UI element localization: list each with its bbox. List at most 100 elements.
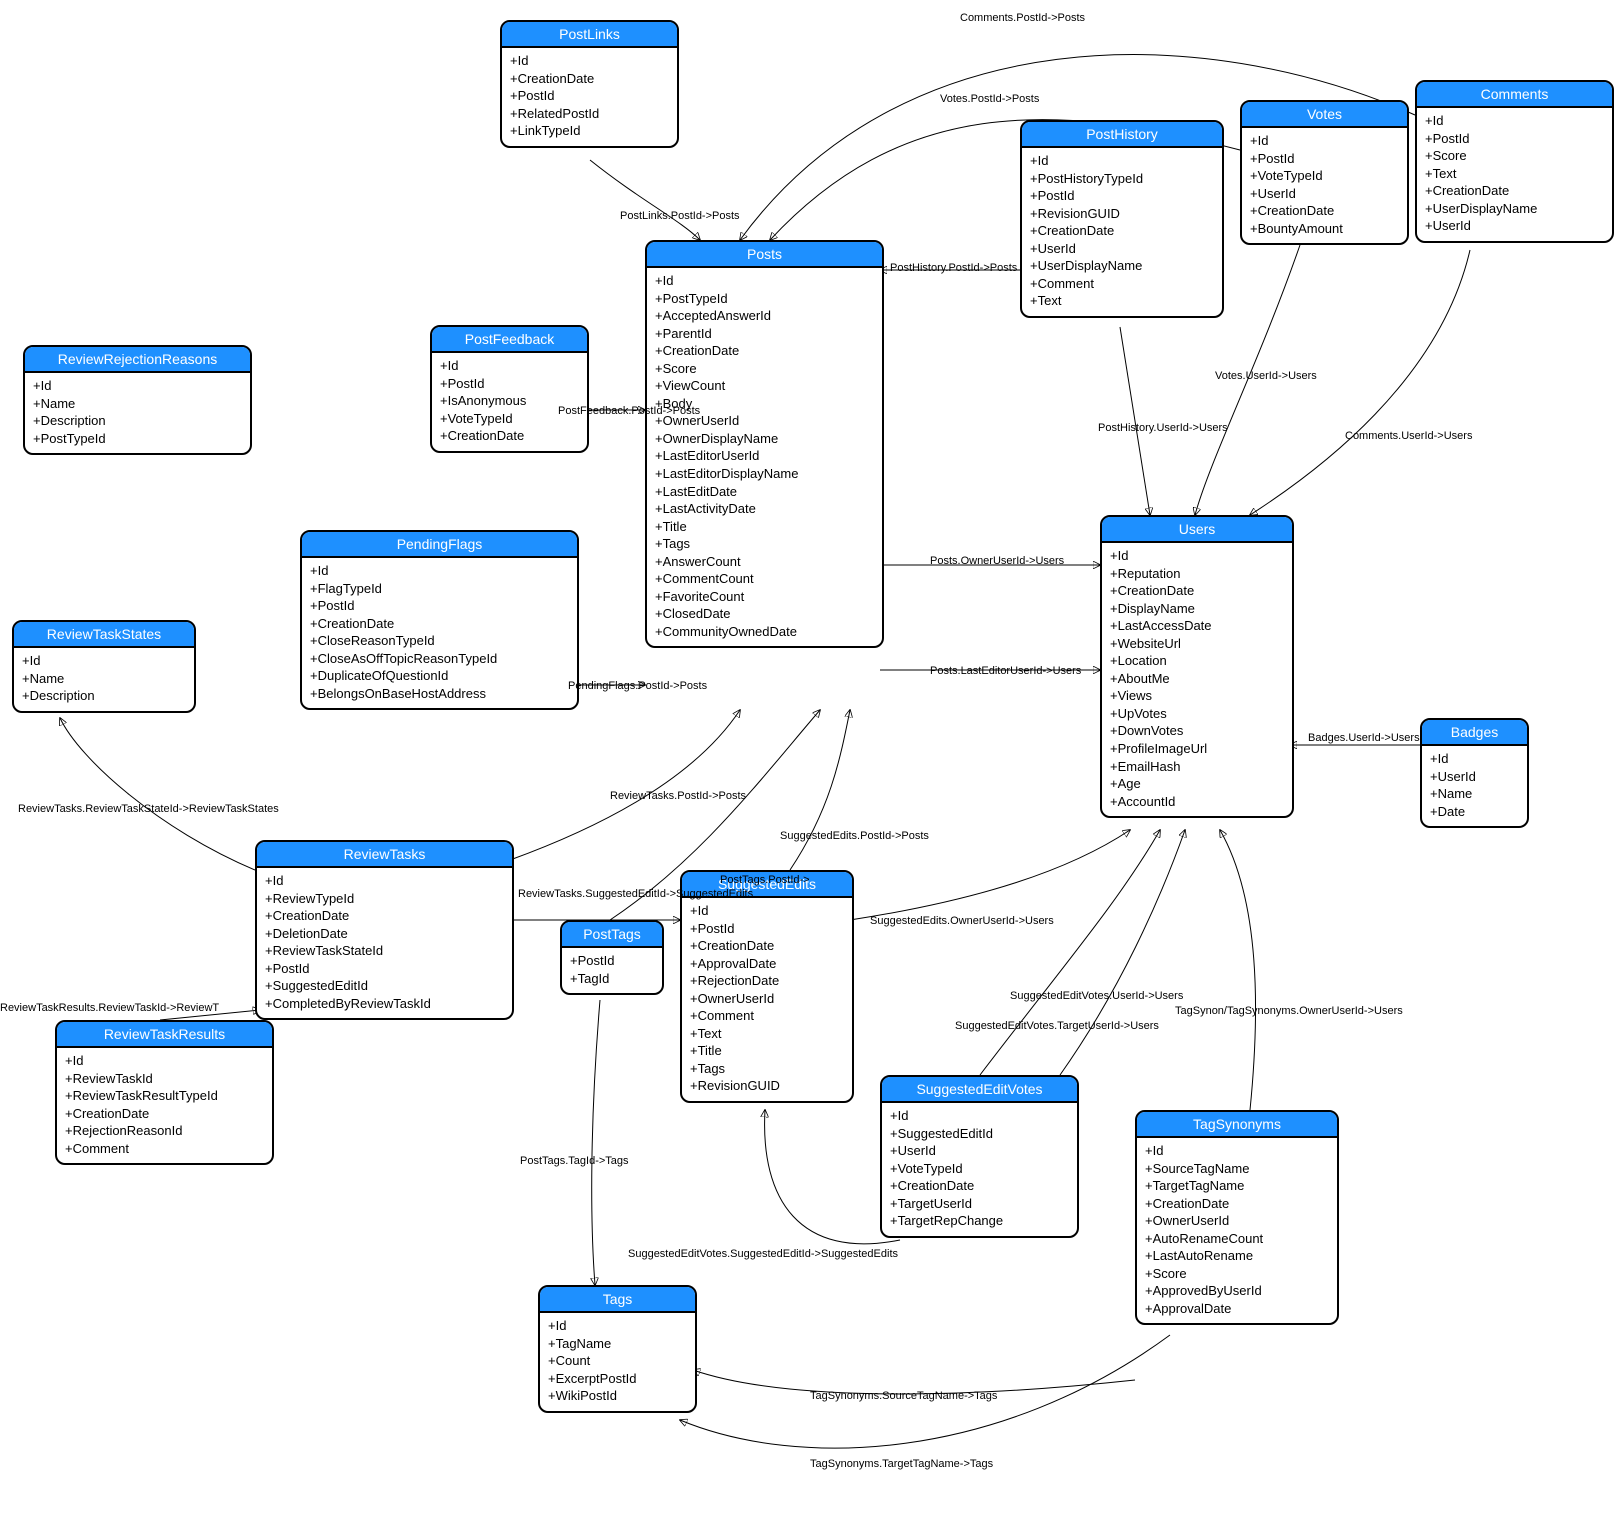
entity-attribute: +Tags [655, 535, 874, 553]
entity-attribute: +DownVotes [1110, 722, 1284, 740]
entity-attribute: +Id [1430, 750, 1519, 768]
entity-attribute: +VoteTypeId [890, 1160, 1069, 1178]
entity-attribute: +PostId [1425, 130, 1604, 148]
entity-votes: Votes+Id+PostId+VoteTypeId+UserId+Creati… [1240, 100, 1409, 245]
edge-label: ReviewTasks.PostId->Posts [610, 790, 746, 802]
entity-body: +Id+ReviewTaskId+ReviewTaskResultTypeId+… [57, 1048, 272, 1163]
entity-attribute: +Score [1425, 147, 1604, 165]
entity-body: +PostId+TagId [562, 948, 662, 993]
entity-attribute: +PostId [1250, 150, 1399, 168]
entity-attribute: +OwnerUserId [1145, 1212, 1329, 1230]
entity-attribute: +CreationDate [310, 615, 569, 633]
edge-label: PostHistory.UserId->Users [1098, 422, 1228, 434]
entity-attribute: +RejectionReasonId [65, 1122, 264, 1140]
entity-attribute: +CreationDate [1145, 1195, 1329, 1213]
edge-label: SuggestedEdits.OwnerUserId->Users [870, 915, 1054, 927]
entity-attribute: +CommunityOwnedDate [655, 623, 874, 641]
entity-title: Votes [1242, 102, 1407, 128]
entity-attribute: +VoteTypeId [1250, 167, 1399, 185]
entity-attribute: +RevisionGUID [1030, 205, 1214, 223]
entity-attribute: +LastAccessDate [1110, 617, 1284, 635]
edge-label: Comments.UserId->Users [1345, 430, 1472, 442]
entity-attribute: +BelongsOnBaseHostAddress [310, 685, 569, 703]
entity-attribute: +DeletionDate [265, 925, 504, 943]
entity-attribute: +SuggestedEditId [265, 977, 504, 995]
entity-attribute: +Text [1425, 165, 1604, 183]
entity-attribute: +PostTypeId [33, 430, 242, 448]
entity-title: Comments [1417, 82, 1612, 108]
entity-attribute: +AboutMe [1110, 670, 1284, 688]
entity-attribute: +Id [440, 357, 579, 375]
entity-attribute: +PostId [265, 960, 504, 978]
entity-users: Users+Id+Reputation+CreationDate+Display… [1100, 515, 1294, 818]
entity-body: +Id+PostId+IsAnonymous+VoteTypeId+Creati… [432, 353, 587, 451]
entity-attribute: +LastActivityDate [655, 500, 874, 518]
entity-attribute: +ClosedDate [655, 605, 874, 623]
entity-attribute: +CreationDate [1425, 182, 1604, 200]
entity-attribute: +SourceTagName [1145, 1160, 1329, 1178]
entity-title: PendingFlags [302, 532, 577, 558]
edge-label: ReviewTaskResults.ReviewTaskId->ReviewT [0, 1002, 219, 1014]
entity-title: PostFeedback [432, 327, 587, 353]
entity-attribute: +CreationDate [440, 427, 579, 445]
edge-label: Votes.UserId->Users [1215, 370, 1317, 382]
entity-title: Posts [647, 242, 882, 268]
entity-reviewtaskresults: ReviewTaskResults+Id+ReviewTaskId+Review… [55, 1020, 274, 1165]
entity-attribute: +ReviewTaskResultTypeId [65, 1087, 264, 1105]
entity-title: PostTags [562, 922, 662, 948]
entity-title: PostHistory [1022, 122, 1222, 148]
entity-attribute: +RejectionDate [690, 972, 844, 990]
entity-title: TagSynonyms [1137, 1112, 1337, 1138]
entity-title: ReviewTaskStates [14, 622, 194, 648]
entity-attribute: +PostId [690, 920, 844, 938]
entity-attribute: +Id [510, 52, 669, 70]
entity-attribute: +Comment [65, 1140, 264, 1158]
entity-attribute: +Id [22, 652, 186, 670]
entity-attribute: +TagName [548, 1335, 687, 1353]
entity-reviewtaskstates: ReviewTaskStates+Id+Name+Description [12, 620, 196, 713]
entity-body: +Id+SourceTagName+TargetTagName+Creation… [1137, 1138, 1337, 1323]
entity-attribute: +DisplayName [1110, 600, 1284, 618]
entity-attribute: +PostId [570, 952, 654, 970]
entity-attribute: +ExcerptPostId [548, 1370, 687, 1388]
edge-label: Votes.PostId->Posts [940, 93, 1039, 105]
entity-body: +Id+Name+Description+PostTypeId [25, 373, 250, 453]
entity-attribute: +CreationDate [1250, 202, 1399, 220]
entity-attribute: +WikiPostId [548, 1387, 687, 1405]
entity-attribute: +TargetRepChange [890, 1212, 1069, 1230]
entity-attribute: +Name [1430, 785, 1519, 803]
entity-attribute: +Id [655, 272, 874, 290]
entity-badges: Badges+Id+UserId+Name+Date [1420, 718, 1529, 828]
entity-attribute: +CreationDate [65, 1105, 264, 1123]
entity-attribute: +WebsiteUrl [1110, 635, 1284, 653]
entity-attribute: +Title [655, 518, 874, 536]
entity-posts: Posts+Id+PostTypeId+AcceptedAnswerId+Par… [645, 240, 884, 648]
edge-label: TagSynon/TagSynonyms.OwnerUserId->Users [1175, 1005, 1403, 1017]
entity-posthistory: PostHistory+Id+PostHistoryTypeId+PostId+… [1020, 120, 1224, 318]
entity-attribute: +ReviewTaskStateId [265, 942, 504, 960]
entity-attribute: +UpVotes [1110, 705, 1284, 723]
entity-body: +Id+PostId+Score+Text+CreationDate+UserD… [1417, 108, 1612, 241]
entity-title: Badges [1422, 720, 1527, 746]
entity-reviewrejectionreasons: ReviewRejectionReasons+Id+Name+Descripti… [23, 345, 252, 455]
entity-attribute: +Age [1110, 775, 1284, 793]
edge-label: PostLinks.PostId->Posts [620, 210, 740, 222]
entity-title: PostLinks [502, 22, 677, 48]
entity-attribute: +Id [33, 377, 242, 395]
entity-tagsynonyms: TagSynonyms+Id+SourceTagName+TargetTagNa… [1135, 1110, 1339, 1325]
edge-label: PostTags.TagId->Tags [520, 1155, 629, 1167]
edge-label: SuggestedEditVotes.TargetUserId->Users [955, 1020, 1159, 1032]
entity-attribute: +Views [1110, 687, 1284, 705]
entity-attribute: +PostId [310, 597, 569, 615]
entity-attribute: +Description [33, 412, 242, 430]
entity-title: SuggestedEditVotes [882, 1077, 1077, 1103]
entity-pendingflags: PendingFlags+Id+FlagTypeId+PostId+Creati… [300, 530, 579, 710]
entity-attribute: +LastEditorDisplayName [655, 465, 874, 483]
entity-attribute: +DuplicateOfQuestionId [310, 667, 569, 685]
entity-body: +Id+Name+Description [14, 648, 194, 711]
entity-body: +Id+PostTypeId+AcceptedAnswerId+ParentId… [647, 268, 882, 646]
entity-attribute: +CompletedByReviewTaskId [265, 995, 504, 1013]
entity-attribute: +AcceptedAnswerId [655, 307, 874, 325]
entity-attribute: +Description [22, 687, 186, 705]
entity-attribute: +TargetUserId [890, 1195, 1069, 1213]
